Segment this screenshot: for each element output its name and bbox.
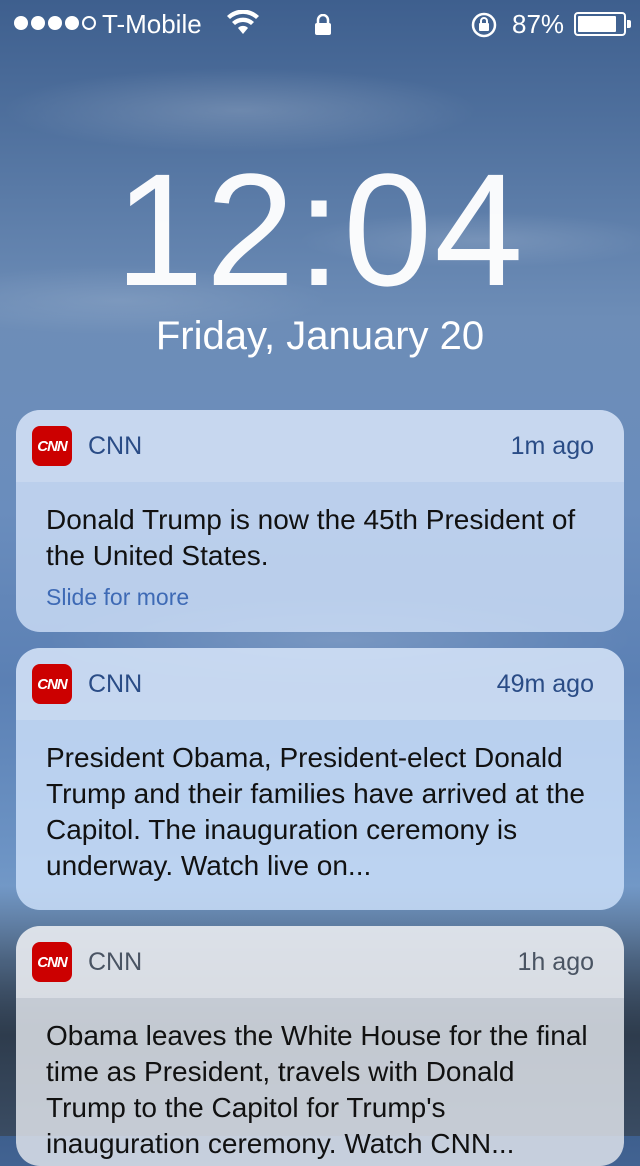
slide-for-more-link[interactable]: Slide for more [16, 574, 624, 632]
cnn-app-icon: CNN [32, 664, 72, 704]
notification-header: CNN CNN 49m ago [16, 648, 624, 720]
notification-body: Obama leaves the White House for the fin… [46, 1020, 588, 1159]
battery-percentage: 87% [512, 9, 565, 39]
notification-app-name: CNN [88, 947, 143, 976]
notification-card[interactable]: CNN CNN 1h ago Obama leaves the White Ho… [16, 926, 624, 1166]
cnn-app-icon: CNN [32, 942, 72, 982]
lock-screen-clock: 12:04 [114, 140, 526, 319]
battery-icon [574, 12, 631, 36]
carrier-name: T-Mobile [102, 9, 202, 39]
notification-body: Donald Trump is now the 45th President o… [46, 504, 576, 571]
notification-header: CNN CNN 1m ago [16, 410, 624, 482]
notification-app-name: CNN [88, 669, 143, 698]
status-bar: T-Mobile 87% [0, 0, 640, 48]
notification-card[interactable]: CNN CNN 49m ago President Obama, Preside… [16, 648, 624, 910]
notification-header: CNN CNN 1h ago [16, 926, 624, 998]
lock-screen-date: Friday, January 20 [155, 314, 485, 358]
wifi-icon [226, 9, 260, 43]
notification-time: 49m ago [496, 669, 594, 698]
rotation-lock-icon [470, 11, 498, 46]
notification-card[interactable]: CNN CNN 1m ago Donald Trump is now the 4… [16, 410, 624, 632]
notification-time: 1h ago [517, 947, 594, 976]
lock-icon [314, 12, 332, 43]
notification-time: 1m ago [510, 431, 594, 460]
notification-app-name: CNN [88, 431, 143, 460]
cnn-app-icon: CNN [32, 426, 72, 466]
signal-strength-icon [14, 16, 96, 30]
notification-body: President Obama, President-elect Donald … [46, 742, 585, 881]
